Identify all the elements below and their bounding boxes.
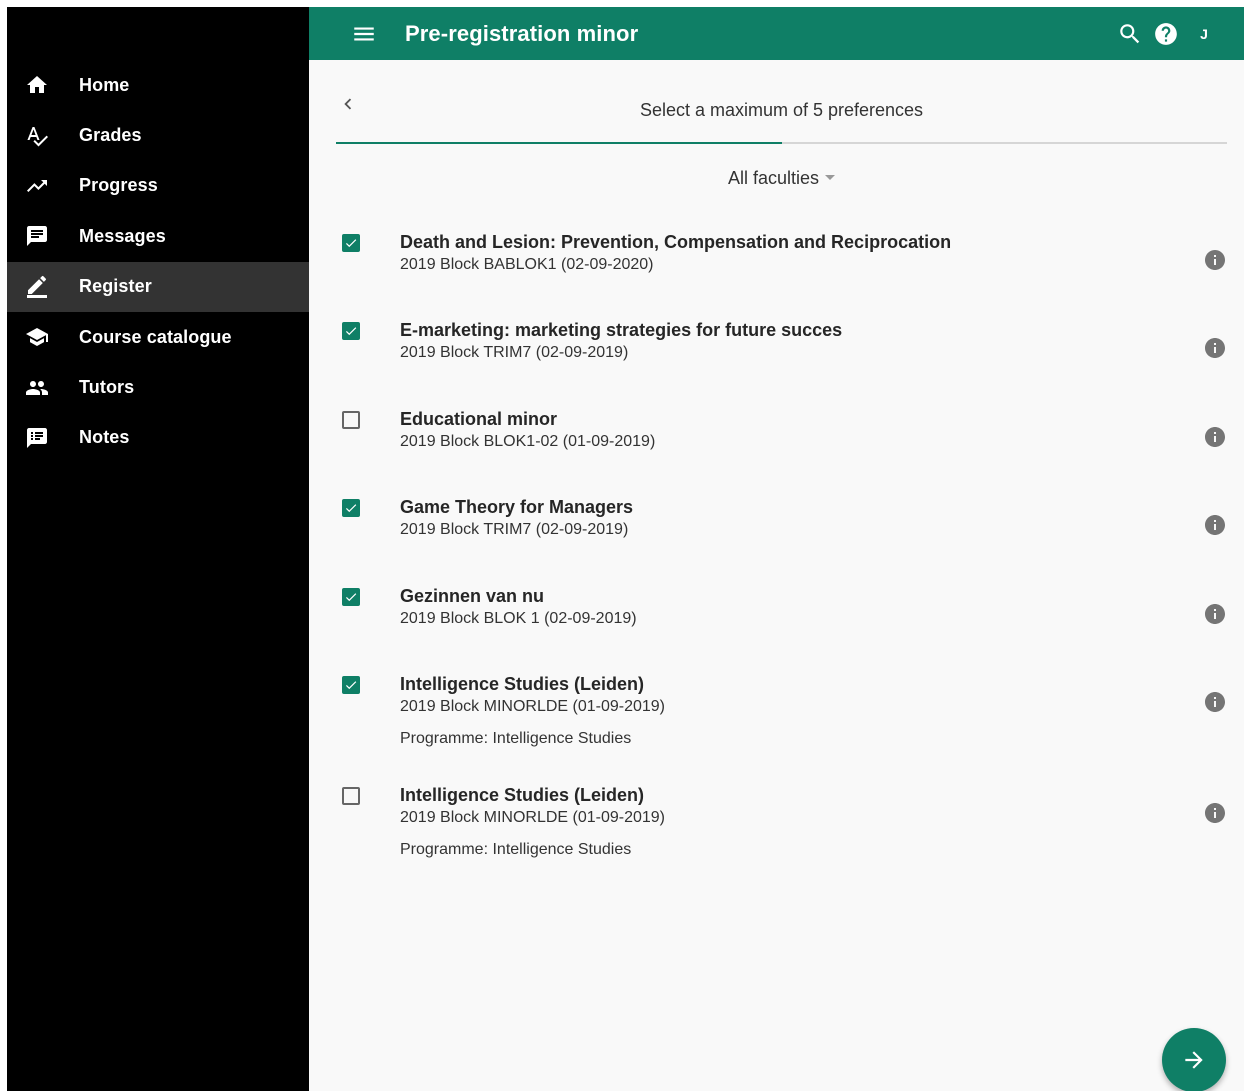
check-icon [345,681,357,690]
info-button[interactable] [1203,690,1227,714]
next-button[interactable] [1162,1028,1226,1091]
arrow-forward-icon [1185,1051,1203,1069]
people-icon [7,376,79,400]
info-icon [1205,426,1225,447]
check-icon [345,592,357,601]
info-icon [1205,250,1225,270]
sidebar-item-notes[interactable]: Notes [7,413,309,463]
sidebar-item-register[interactable]: Register [7,261,309,312]
step-progress-fill [336,142,782,144]
sidebar-item-label: Tutors [79,377,135,398]
sidebar-item-messages[interactable]: Messages [7,211,309,261]
step-header: Select a maximum of 5 preferences [336,60,1227,144]
minor-title: Intelligence Studies (Leiden) [400,784,645,805]
caret-down-icon [825,174,836,180]
minor-title: Intelligence Studies (Leiden) [400,673,645,694]
sidebar-item-progress[interactable]: Progress [7,161,309,211]
message-icon [7,224,79,248]
minor-block: 2019 Block TRIM7 (02-09-2019) [400,521,629,539]
sidebar-item-label: Notes [79,427,130,448]
check-icon [345,239,357,248]
info-icon [1205,691,1225,712]
minor-title: E-marketing: marketing strategies for fu… [400,320,843,341]
list-item: Educational minor 2019 Block BLOK1-02 (0… [336,398,1227,486]
home-icon [7,73,79,97]
step-progress-track [336,142,1227,144]
sidebar: Home Grades Progress Messages Register C… [7,7,309,1091]
search-icon [1120,23,1140,43]
info-button[interactable] [1203,248,1227,272]
preference-checkbox[interactable] [342,234,360,252]
sidebar-item-tutors[interactable]: Tutors [7,362,309,412]
sidebar-item-label: Grades [79,125,142,146]
minor-block: 2019 Block BLOK1-02 (01-09-2019) [400,432,656,450]
info-button[interactable] [1203,513,1227,537]
preference-checkbox[interactable] [342,786,360,805]
preference-checkbox[interactable] [342,675,360,694]
sidebar-item-course-catalogue[interactable]: Course catalogue [7,312,309,362]
grades-icon [7,124,79,148]
preference-checkbox[interactable] [342,499,360,518]
list-item: Game Theory for Managers 2019 Block TRIM… [336,486,1227,574]
faculty-dropdown-value: All faculties [727,168,820,188]
list-item: Gezinnen van nu 2019 Block BLOK 1 (02-09… [336,575,1227,663]
minor-block: 2019 Block BLOK 1 (02-09-2019) [400,609,637,627]
sidebar-nav: Home Grades Progress Messages Register C… [7,60,309,463]
trending-up-icon [7,174,79,198]
search-button[interactable] [1112,16,1148,52]
school-icon [7,325,79,349]
minor-title: Gezinnen van nu [400,585,545,606]
check-icon [345,504,357,513]
app-root: Home Grades Progress Messages Register C… [7,7,1244,1091]
help-button[interactable] [1148,16,1184,52]
minor-block: 2019 Block MINORLDE (01-09-2019) [400,808,666,826]
main-content: Select a maximum of 5 preferences All fa… [309,60,1244,1091]
notes-icon [7,426,79,450]
info-icon [1205,338,1225,359]
step-title: Select a maximum of 5 preferences [639,100,924,120]
sidebar-item-home[interactable]: Home [7,60,309,110]
minor-title: Game Theory for Managers [400,497,634,518]
preference-checkbox[interactable] [342,322,360,341]
preference-checkbox[interactable] [342,410,360,429]
list-item: E-marketing: marketing strategies for fu… [336,309,1227,397]
faculty-dropdown[interactable]: All faculties [309,168,1244,189]
edit-icon [7,275,79,299]
sidebar-item-label: Home [79,74,130,95]
sidebar-item-label: Register [79,276,152,297]
minor-programme: Programme: Intelligence Studies [400,840,632,858]
preference-checkbox[interactable] [342,587,360,606]
sidebar-item-label: Course catalogue [79,326,232,347]
list-item: Intelligence Studies (Leiden) 2019 Block… [336,774,1227,885]
top-app-bar: Pre-registration minor J [309,7,1244,60]
info-button[interactable] [1203,336,1227,360]
minor-programme: Programme: Intelligence Studies [400,729,632,747]
topbar-actions: J [1112,7,1222,60]
info-button[interactable] [1203,425,1227,449]
page-title: Pre-registration minor [405,20,639,46]
help-icon [1155,22,1177,45]
sidebar-item-grades[interactable]: Grades [7,110,309,160]
info-button[interactable] [1203,801,1227,825]
menu-icon [354,27,374,40]
check-icon [345,327,357,336]
minor-block: 2019 Block BABLOK1 (02-09-2020) [400,256,654,273]
menu-button[interactable] [337,7,391,60]
minor-list: Death and Lesion: Prevention, Compensati… [336,221,1227,885]
sidebar-item-label: Progress [79,175,158,196]
info-button[interactable] [1203,602,1227,626]
minor-block: 2019 Block TRIM7 (02-09-2019) [400,344,629,362]
info-icon [1205,603,1225,624]
list-item: Death and Lesion: Prevention, Compensati… [336,221,1227,309]
minor-title: Educational minor [400,408,558,429]
minor-block: 2019 Block MINORLDE (01-09-2019) [400,697,666,715]
info-icon [1205,515,1225,536]
list-item: Intelligence Studies (Leiden) 2019 Block… [336,663,1227,774]
user-avatar[interactable]: J [1186,16,1222,52]
sidebar-item-label: Messages [79,225,166,246]
minor-title: Death and Lesion: Prevention, Compensati… [400,232,952,252]
info-icon [1205,802,1225,823]
